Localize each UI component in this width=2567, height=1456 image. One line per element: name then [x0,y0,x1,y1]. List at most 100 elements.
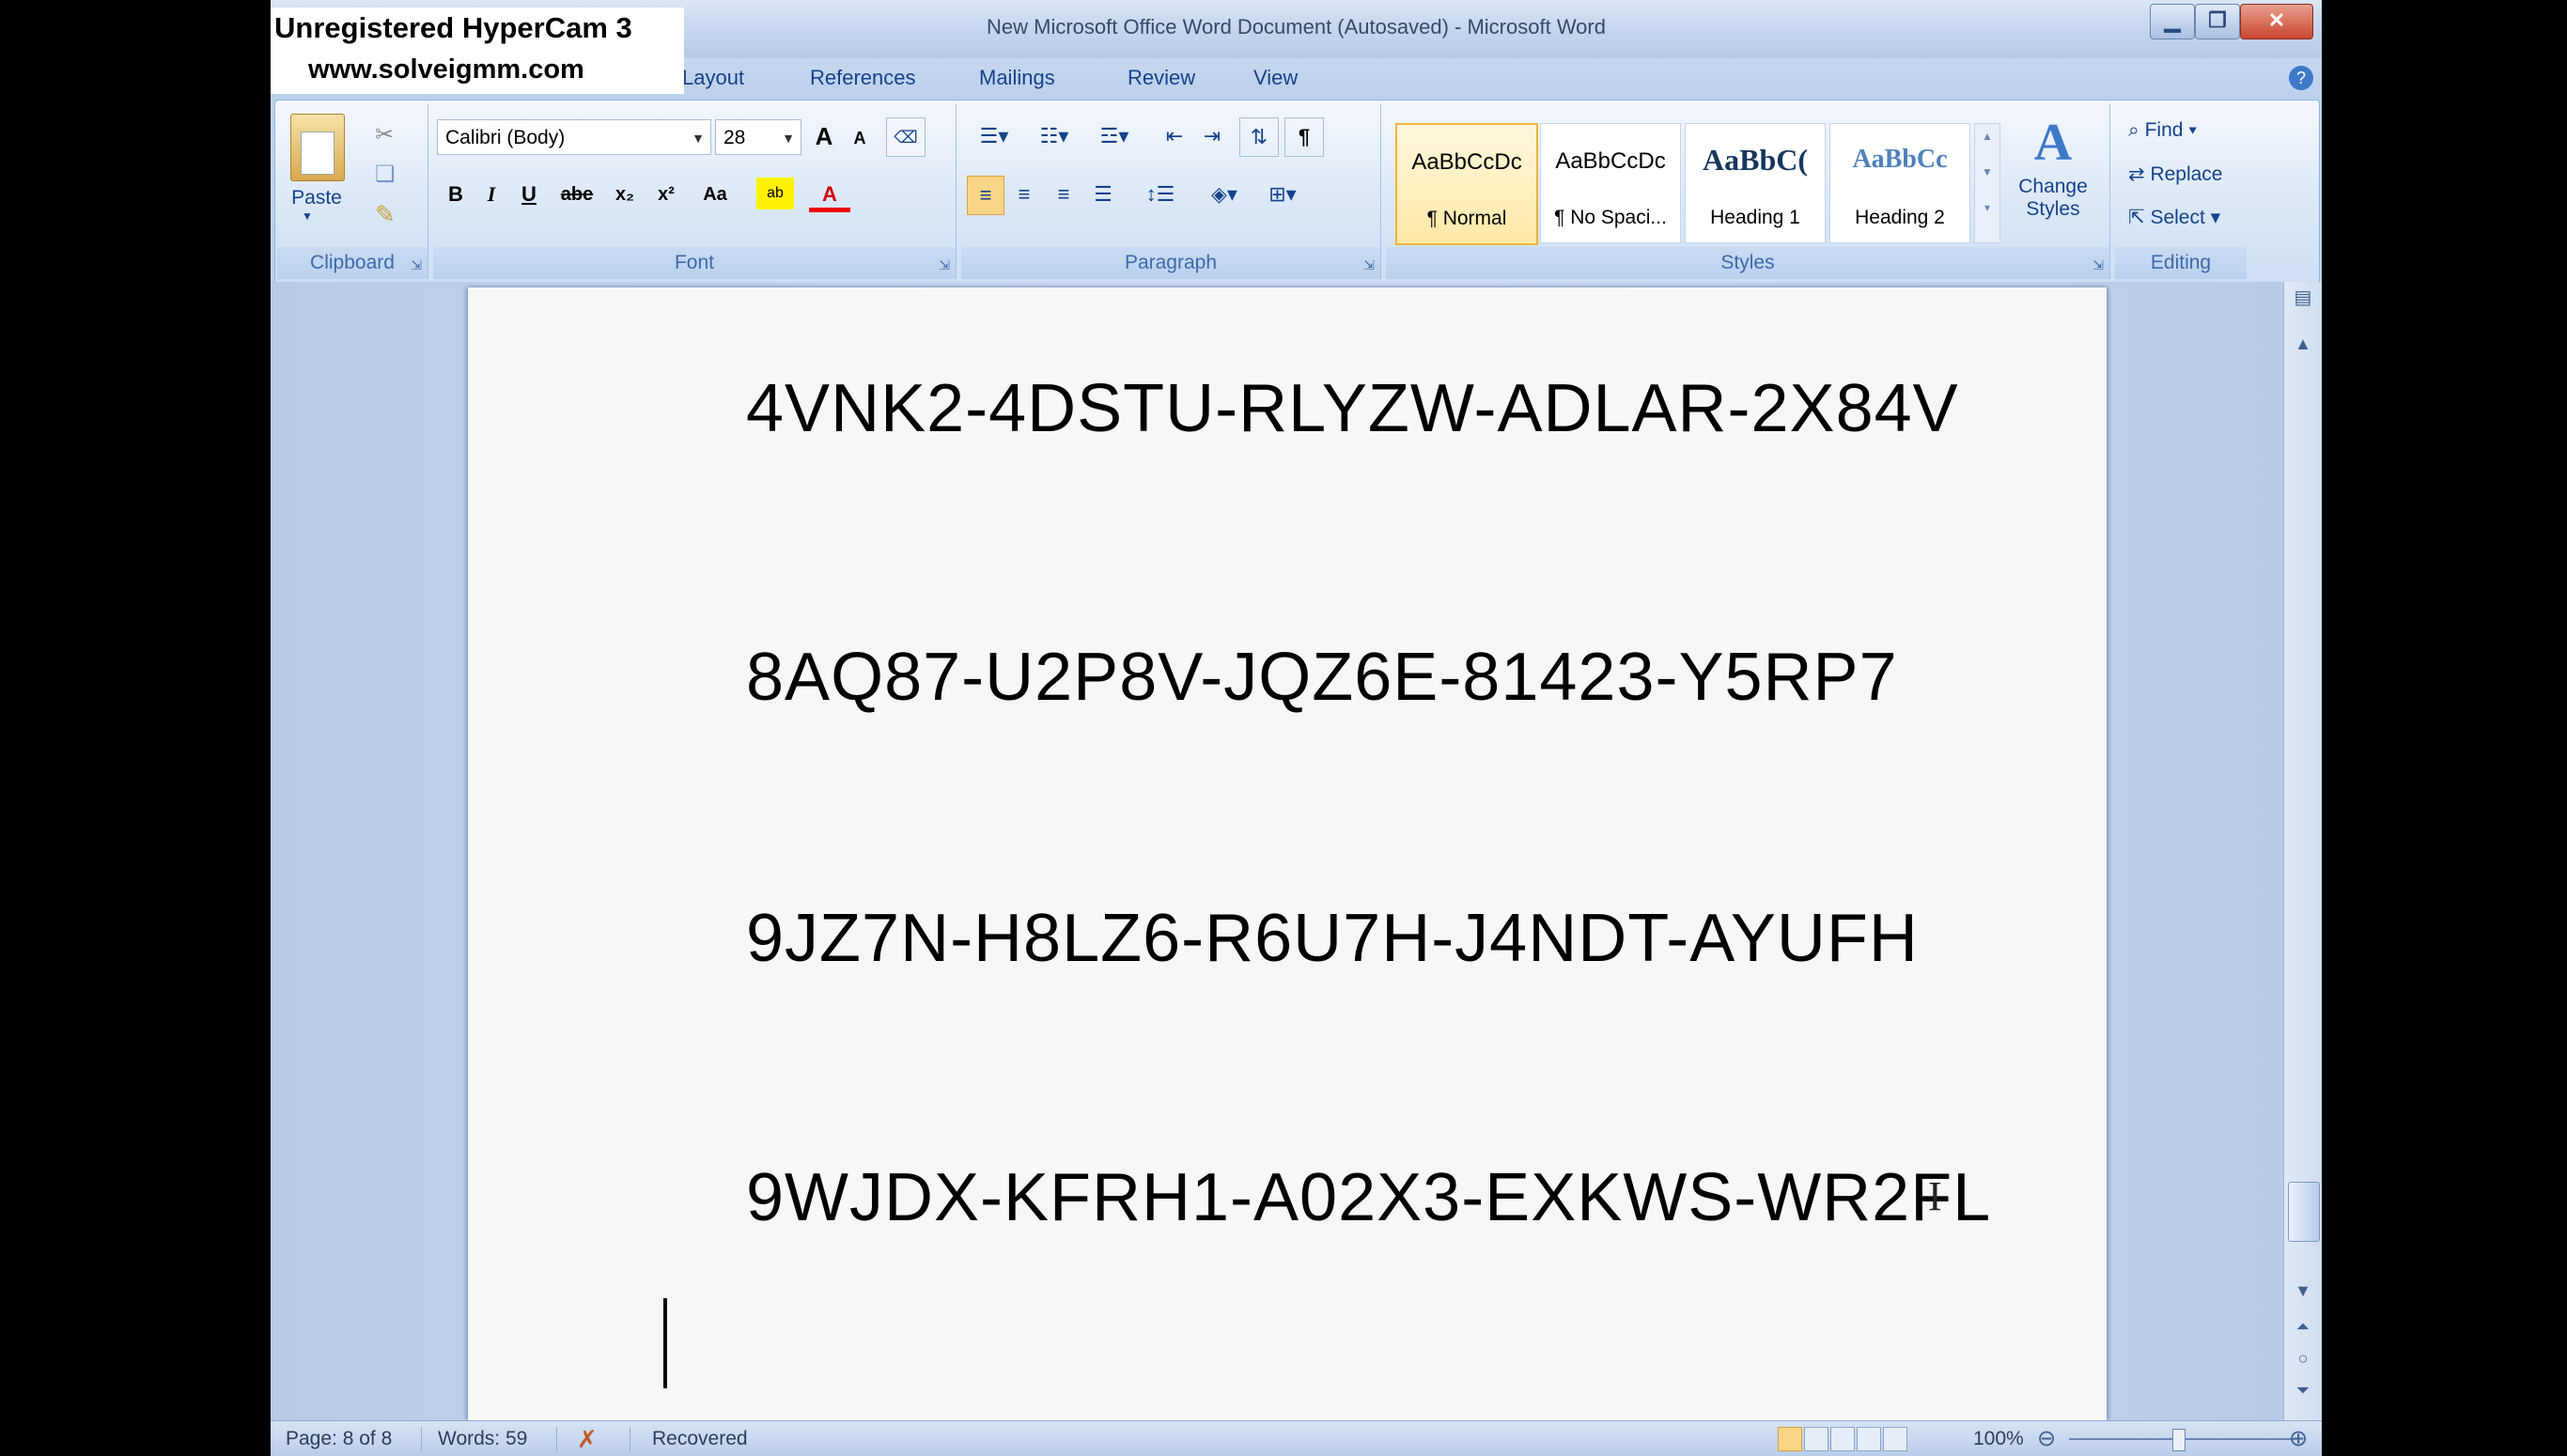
ruler-toggle-icon[interactable]: ▤ [2288,286,2318,309]
align-center-button[interactable]: ≡ [1006,176,1042,213]
close-button[interactable]: ✕ [2240,4,2313,39]
more-styles-icon[interactable]: ▾ [1975,201,1999,214]
shrink-font-button[interactable]: A [843,119,877,157]
paste-dropdown-icon[interactable]: ▼ [302,209,313,223]
decrease-indent-icon: ⇤ [1165,124,1184,147]
replace-label: Replace [2150,163,2223,185]
underline-button[interactable]: U [512,176,546,213]
chevron-down-icon[interactable]: ▼ [1975,165,1999,178]
replace-button[interactable]: ⇄ Replace [2128,163,2223,186]
sort-button[interactable]: ⇅ [1239,117,1279,157]
tab-view[interactable]: View [1253,66,1298,90]
restore-icon: ❐ [2208,8,2227,32]
clear-formatting-button[interactable]: ⌫ [886,117,926,157]
styles-label: Styles [1720,252,1775,273]
pilcrow-icon: ¶ [1298,125,1311,148]
zoom-out-icon[interactable]: ⊖ [2037,1421,2056,1456]
scroll-up-icon[interactable]: ▲ [2288,334,2318,354]
text-caret [663,1298,667,1388]
paint-bucket-icon: ◈▾ [1211,182,1237,206]
grow-font-button[interactable]: A [807,117,841,155]
style-preview: AaBbCcDc [1555,148,1666,174]
change-styles-button[interactable]: A Change Styles [2006,110,2100,245]
font-color-button[interactable]: A [809,176,850,212]
full-screen-reading-icon[interactable] [1804,1427,1828,1451]
cut-icon[interactable]: ✂ [375,121,394,148]
style-preview: AaBbC( [1702,143,1808,177]
paragraph-launcher-icon[interactable]: ⇲ [1363,257,1375,273]
font-launcher-icon[interactable]: ⇲ [939,257,950,273]
page-count[interactable]: Page: 8 of 8 [286,1421,392,1456]
web-layout-icon[interactable] [1830,1427,1855,1451]
scroll-thumb[interactable] [2288,1182,2320,1242]
proofing-error-icon[interactable]: ✗ [577,1421,598,1456]
borders-button[interactable]: ⊞▾ [1256,176,1309,213]
zoom-slider-thumb[interactable] [2172,1429,2186,1451]
change-case-button[interactable]: Aa [689,176,741,213]
font-size-combo[interactable]: 28 ▼ [715,119,801,155]
eraser-icon: ⌫ [894,128,918,147]
style-heading-1[interactable]: AaBbC( Heading 1 [1685,123,1826,243]
highlighter-icon: ab [767,185,784,201]
word-count[interactable]: Words: 59 [438,1421,527,1456]
outline-view-icon[interactable] [1857,1427,1881,1451]
subscript-icon: x₂ [615,184,634,205]
superscript-button[interactable]: x² [647,176,685,213]
zoom-in-icon[interactable]: ⊕ [2289,1421,2308,1456]
sort-icon: ⇅ [1250,125,1268,148]
draft-view-icon[interactable] [1883,1427,1907,1451]
style-normal[interactable]: AaBbCcDc ¶ Normal [1395,123,1538,245]
decrease-indent-button[interactable]: ⇤ [1157,117,1192,155]
copy-icon[interactable]: ❏ [375,161,396,188]
style-no-spacing[interactable]: AaBbCcDc ¶ No Spaci... [1540,123,1681,243]
minimize-button[interactable]: ▁ [2150,4,2195,39]
font-group-label: Font [433,247,956,279]
document-page[interactable]: 4VNK2-4DSTU-RLYZW-ADLAR-2X84V 8AQ87-U2P8… [468,287,2107,1420]
bullets-button[interactable]: ☰▾ [967,117,1021,155]
styles-scroll[interactable]: ▲ ▼ ▾ [1974,123,2000,243]
italic-button[interactable]: I [475,176,508,213]
tab-mailings[interactable]: Mailings [979,66,1055,90]
styles-launcher-icon[interactable]: ⇲ [2092,257,2104,273]
select-browse-object-icon[interactable]: ○ [2288,1349,2318,1369]
font-name-combo[interactable]: Calibri (Body) ▼ [437,119,711,155]
strikethrough-button[interactable]: abe [553,176,600,213]
paste-icon[interactable] [290,114,345,181]
tab-review[interactable]: Review [1128,66,1195,90]
align-right-button[interactable]: ≡ [1046,176,1081,213]
format-painter-icon[interactable]: ✎ [375,200,396,229]
style-heading-2[interactable]: AaBbCc Heading 2 [1829,123,1970,243]
numbering-button[interactable]: ☷▾ [1027,117,1081,155]
vertical-scrollbar[interactable]: ▤ ▲ ▼ ⏶ ○ ⏷ [2283,282,2322,1420]
document-line: 9WJDX-KFRH1-A02X3-EXKWS-WR2FL [746,1160,1992,1235]
align-left-button[interactable]: ≡ [967,176,1004,215]
next-page-icon[interactable]: ⏷ [2288,1381,2318,1401]
select-button[interactable]: ⇱ Select ▾ [2128,206,2220,229]
highlight-button[interactable]: ab [756,178,794,209]
chevron-down-icon: ▼ [782,131,795,146]
bold-button[interactable]: B [439,176,473,213]
multilevel-list-button[interactable]: ☲▾ [1087,117,1142,155]
line-spacing-button[interactable]: ↕☰ [1134,176,1187,213]
paragraph-group-label: Paragraph [961,247,1380,279]
previous-page-icon[interactable]: ⏶ [2288,1317,2318,1337]
maximize-button[interactable]: ❐ [2195,4,2240,39]
ribbon: Paste ▼ ✂ ❏ ✎ Clipboard ⇲ Calibri (Body)… [274,100,2320,284]
chevron-up-icon[interactable]: ▲ [1975,130,1999,143]
increase-indent-button[interactable]: ⇥ [1194,117,1230,155]
justify-icon: ☰ [1094,182,1112,206]
ibeam-cursor-icon: I [1928,1173,1942,1219]
tab-references[interactable]: References [810,66,916,90]
subscript-button[interactable]: x₂ [606,176,644,213]
tab-page-layout[interactable]: Layout [682,66,744,90]
zoom-level[interactable]: 100% [1973,1421,2024,1456]
paste-label[interactable]: Paste [283,187,350,209]
show-hide-button[interactable]: ¶ [1284,117,1324,157]
print-layout-icon[interactable] [1778,1427,1802,1451]
justify-button[interactable]: ☰ [1085,176,1121,213]
clipboard-launcher-icon[interactable]: ⇲ [411,257,422,273]
shading-button[interactable]: ◈▾ [1198,176,1251,213]
help-icon[interactable]: ? [2289,66,2313,90]
scroll-down-icon[interactable]: ▼ [2288,1281,2318,1301]
find-button[interactable]: ⌕ Find ▾ [2128,119,2197,142]
